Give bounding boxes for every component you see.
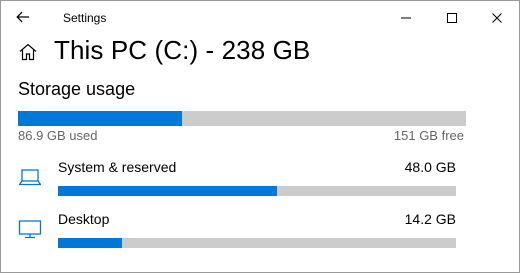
used-space-label: 86.9 GB used — [18, 128, 98, 143]
category-usage-bar — [58, 238, 456, 248]
category-usage-bar — [58, 186, 456, 196]
arrow-left-icon — [16, 11, 29, 23]
close-button[interactable] — [474, 1, 519, 34]
category-size: 14.2 GB — [404, 211, 456, 227]
category-usage-bar-fill — [58, 238, 122, 248]
title-bar: Settings — [1, 1, 519, 34]
laptop-icon — [18, 169, 42, 186]
storage-usage-bar-fill — [18, 111, 182, 126]
minimize-icon — [401, 17, 411, 18]
home-button[interactable] — [18, 42, 38, 62]
section-title-storage-usage: Storage usage — [18, 79, 136, 99]
category-name: Desktop — [58, 211, 110, 227]
page-title: This PC (C:) - 238 GB — [54, 35, 311, 65]
home-icon — [19, 43, 37, 61]
app-title: Settings — [63, 11, 107, 25]
category-desktop[interactable]: Desktop 14.2 GB — [1, 206, 519, 254]
minimize-button[interactable] — [383, 1, 429, 34]
maximize-button[interactable] — [429, 1, 475, 34]
close-icon — [492, 12, 502, 23]
settings-window: Settings This PC (C:) - 238 GB Storage u… — [0, 0, 520, 273]
category-system-reserved[interactable]: System & reserved 48.0 GB — [1, 154, 519, 202]
maximize-icon — [447, 12, 457, 23]
page-header: This PC (C:) - 238 GB — [1, 34, 519, 70]
free-space-label: 151 GB free — [393, 128, 464, 143]
storage-usage-bar — [18, 111, 466, 126]
category-usage-bar-fill — [58, 186, 277, 196]
category-name: System & reserved — [58, 159, 177, 175]
back-button[interactable] — [11, 6, 35, 28]
category-size: 48.0 GB — [404, 159, 456, 175]
monitor-icon — [18, 220, 42, 239]
